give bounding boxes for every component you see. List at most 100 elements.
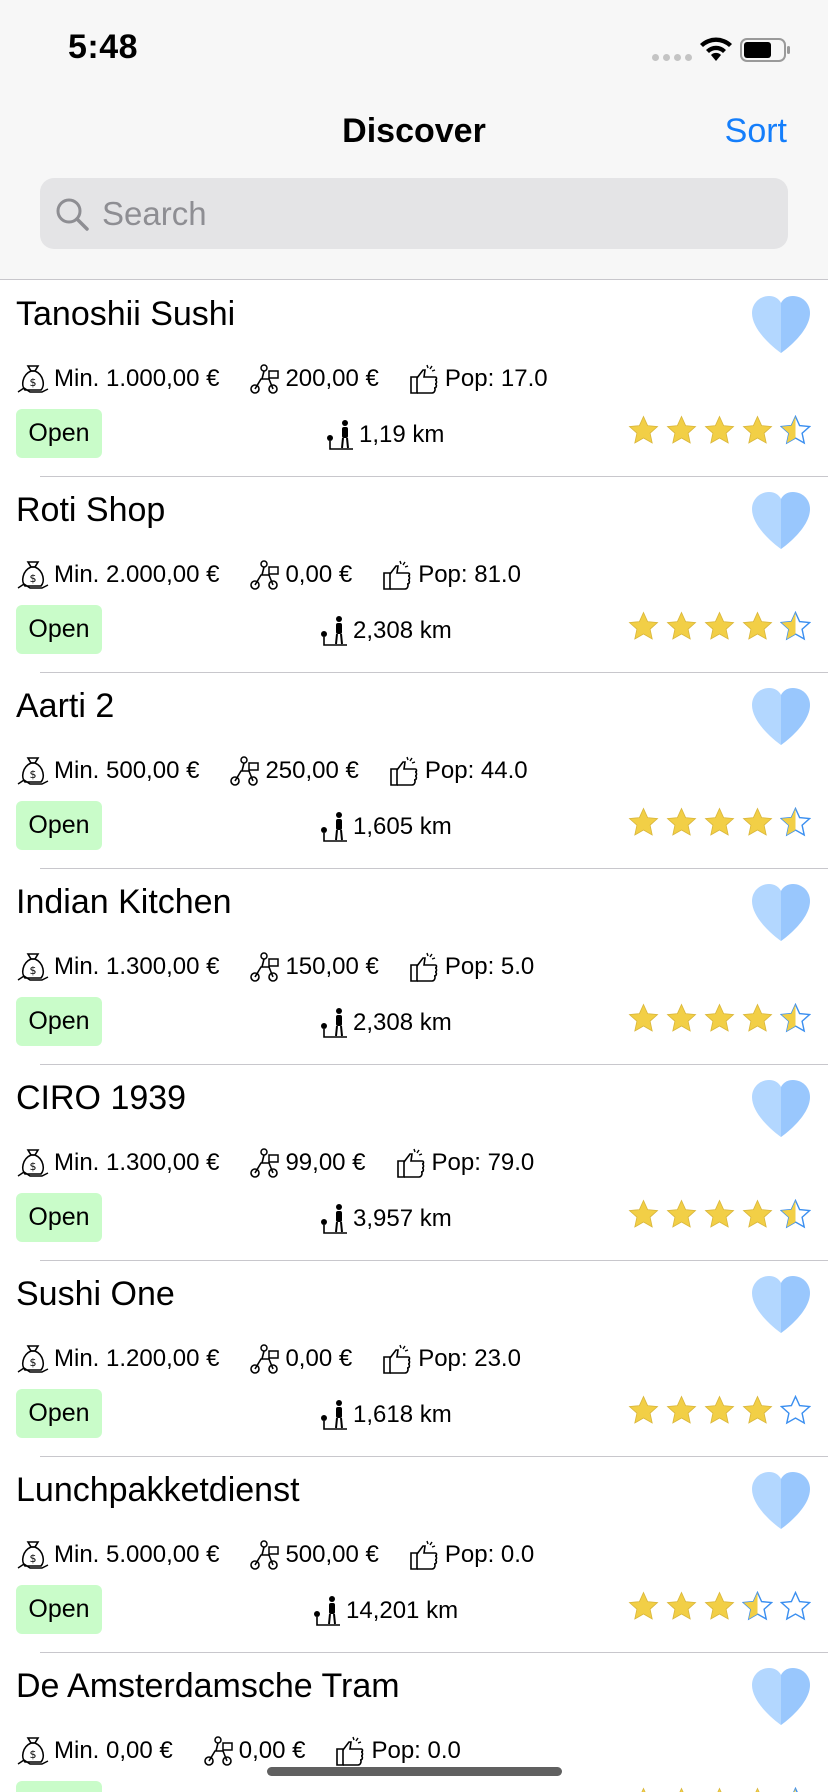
popularity-text: Pop: 44.0 bbox=[424, 757, 528, 784]
status-badge: Open bbox=[16, 1781, 102, 1792]
money-bag-icon: $ bbox=[17, 1541, 49, 1569]
restaurant-row[interactable]: Aarti 2 $ Min. 500,00 € 250,00 € Pop: 44… bbox=[0, 673, 828, 869]
delivery-scooter-icon bbox=[230, 756, 260, 786]
heart-icon[interactable] bbox=[750, 687, 812, 747]
distance: 1,618 km bbox=[319, 1397, 452, 1433]
thumbs-up-icon bbox=[410, 1540, 438, 1570]
star-icon bbox=[628, 1003, 659, 1032]
min-order-text: Min. 1.300,00 € bbox=[54, 953, 220, 980]
restaurant-name: De Amsterdamsche Tram bbox=[16, 1667, 400, 1705]
money-bag-icon: $ bbox=[17, 953, 49, 981]
delivery-cost: 250,00 € bbox=[227, 751, 359, 791]
star-icon bbox=[742, 611, 773, 640]
star-icon bbox=[780, 1003, 811, 1033]
star-icon bbox=[666, 807, 697, 836]
star-icon bbox=[780, 1199, 811, 1229]
svg-text:$: $ bbox=[30, 572, 37, 585]
delivery-cost-text: 0,00 € bbox=[285, 561, 353, 588]
star-icon bbox=[628, 1591, 659, 1620]
star-icon bbox=[780, 1395, 811, 1425]
star-icon bbox=[742, 415, 773, 444]
min-order: $ Min. 1.300,00 € bbox=[16, 947, 219, 987]
min-order-text: Min. 2.000,00 € bbox=[54, 561, 220, 588]
distance-walker-icon bbox=[327, 420, 353, 450]
star-icon bbox=[780, 1591, 811, 1621]
star-icon bbox=[628, 1395, 659, 1424]
rating-stars bbox=[628, 1199, 811, 1230]
status-badge: Open bbox=[16, 997, 102, 1046]
star-icon bbox=[704, 1395, 735, 1424]
star-icon bbox=[628, 807, 659, 836]
star-icon bbox=[742, 1199, 773, 1228]
popularity-text: Pop: 0.0 bbox=[371, 1737, 461, 1764]
rating-stars bbox=[628, 1003, 811, 1034]
restaurant-row[interactable]: Roti Shop $ Min. 2.000,00 € 0,00 € Pop: … bbox=[0, 477, 828, 673]
distance-walker-icon bbox=[321, 812, 347, 842]
distance: 3,957 km bbox=[319, 1201, 452, 1237]
money-bag-icon: $ bbox=[17, 1149, 49, 1177]
delivery-scooter-icon bbox=[250, 952, 280, 982]
distance: 2,308 km bbox=[319, 613, 452, 649]
heart-icon[interactable] bbox=[750, 883, 812, 943]
star-icon bbox=[780, 611, 811, 641]
heart-icon[interactable] bbox=[750, 1667, 812, 1727]
delivery-cost-text: 0,00 € bbox=[238, 1737, 306, 1764]
star-icon bbox=[780, 807, 811, 837]
heart-icon[interactable] bbox=[750, 295, 812, 355]
money-bag-icon: $ bbox=[17, 561, 49, 589]
rating-stars bbox=[628, 1395, 811, 1426]
distance-text: 2,308 km bbox=[353, 1009, 452, 1036]
restaurant-list: Tanoshii Sushi $ Min. 1.000,00 € 200,00 … bbox=[0, 281, 828, 1792]
popularity: Pop: 81.0 bbox=[380, 555, 521, 595]
home-indicator bbox=[267, 1767, 562, 1776]
heart-icon[interactable] bbox=[750, 1275, 812, 1335]
star-icon bbox=[704, 1199, 735, 1228]
star-icon bbox=[704, 807, 735, 836]
svg-text:$: $ bbox=[30, 1160, 37, 1173]
restaurant-name: Indian Kitchen bbox=[16, 883, 232, 921]
money-bag-icon: $ bbox=[17, 1345, 49, 1373]
restaurant-row[interactable]: Tanoshii Sushi $ Min. 1.000,00 € 200,00 … bbox=[0, 281, 828, 477]
min-order-text: Min. 1.200,00 € bbox=[54, 1345, 220, 1372]
svg-text:$: $ bbox=[30, 1552, 37, 1565]
sort-button[interactable]: Sort bbox=[725, 112, 787, 151]
restaurant-row[interactable]: Indian Kitchen $ Min. 1.300,00 € 150,00 … bbox=[0, 869, 828, 1065]
money-bag-icon: $ bbox=[17, 757, 49, 785]
heart-icon[interactable] bbox=[750, 1079, 812, 1139]
delivery-cost: 99,00 € bbox=[247, 1143, 366, 1183]
restaurant-row[interactable]: Lunchpakketdienst $ Min. 5.000,00 € 500,… bbox=[0, 1457, 828, 1653]
star-icon bbox=[666, 1395, 697, 1424]
popularity: Pop: 17.0 bbox=[407, 359, 548, 399]
heart-icon[interactable] bbox=[750, 1471, 812, 1531]
search-input[interactable] bbox=[102, 194, 752, 233]
star-icon bbox=[704, 1591, 735, 1620]
delivery-cost: 150,00 € bbox=[247, 947, 379, 987]
status-badge: Open bbox=[16, 605, 102, 654]
search-field[interactable] bbox=[40, 178, 788, 249]
min-order: $ Min. 5.000,00 € bbox=[16, 1535, 219, 1575]
rating-stars bbox=[628, 1591, 811, 1622]
delivery-cost: 0,00 € bbox=[247, 555, 352, 595]
min-order-text: Min. 5.000,00 € bbox=[54, 1541, 220, 1568]
distance-walker-icon bbox=[321, 1204, 347, 1234]
star-icon bbox=[666, 1591, 697, 1620]
distance: 14,201 km bbox=[312, 1593, 458, 1629]
restaurant-name: Sushi One bbox=[16, 1275, 175, 1313]
restaurant-row[interactable]: CIRO 1939 $ Min. 1.300,00 € 99,00 € Pop:… bbox=[0, 1065, 828, 1261]
delivery-cost-text: 250,00 € bbox=[265, 757, 359, 784]
star-icon bbox=[666, 1003, 697, 1032]
star-icon bbox=[666, 415, 697, 444]
distance-walker-icon bbox=[321, 616, 347, 646]
svg-text:$: $ bbox=[30, 1356, 37, 1369]
thumbs-up-icon bbox=[410, 952, 438, 982]
distance: 1,19 km bbox=[325, 417, 444, 453]
thumbs-up-icon bbox=[390, 756, 418, 786]
distance-walker-icon bbox=[321, 1008, 347, 1038]
heart-icon[interactable] bbox=[750, 491, 812, 551]
star-icon bbox=[666, 611, 697, 640]
star-icon bbox=[666, 1199, 697, 1228]
svg-text:$: $ bbox=[30, 964, 37, 977]
rating-stars bbox=[628, 415, 811, 446]
restaurant-row[interactable]: Sushi One $ Min. 1.200,00 € 0,00 € Pop: … bbox=[0, 1261, 828, 1457]
rating-stars bbox=[628, 611, 811, 642]
